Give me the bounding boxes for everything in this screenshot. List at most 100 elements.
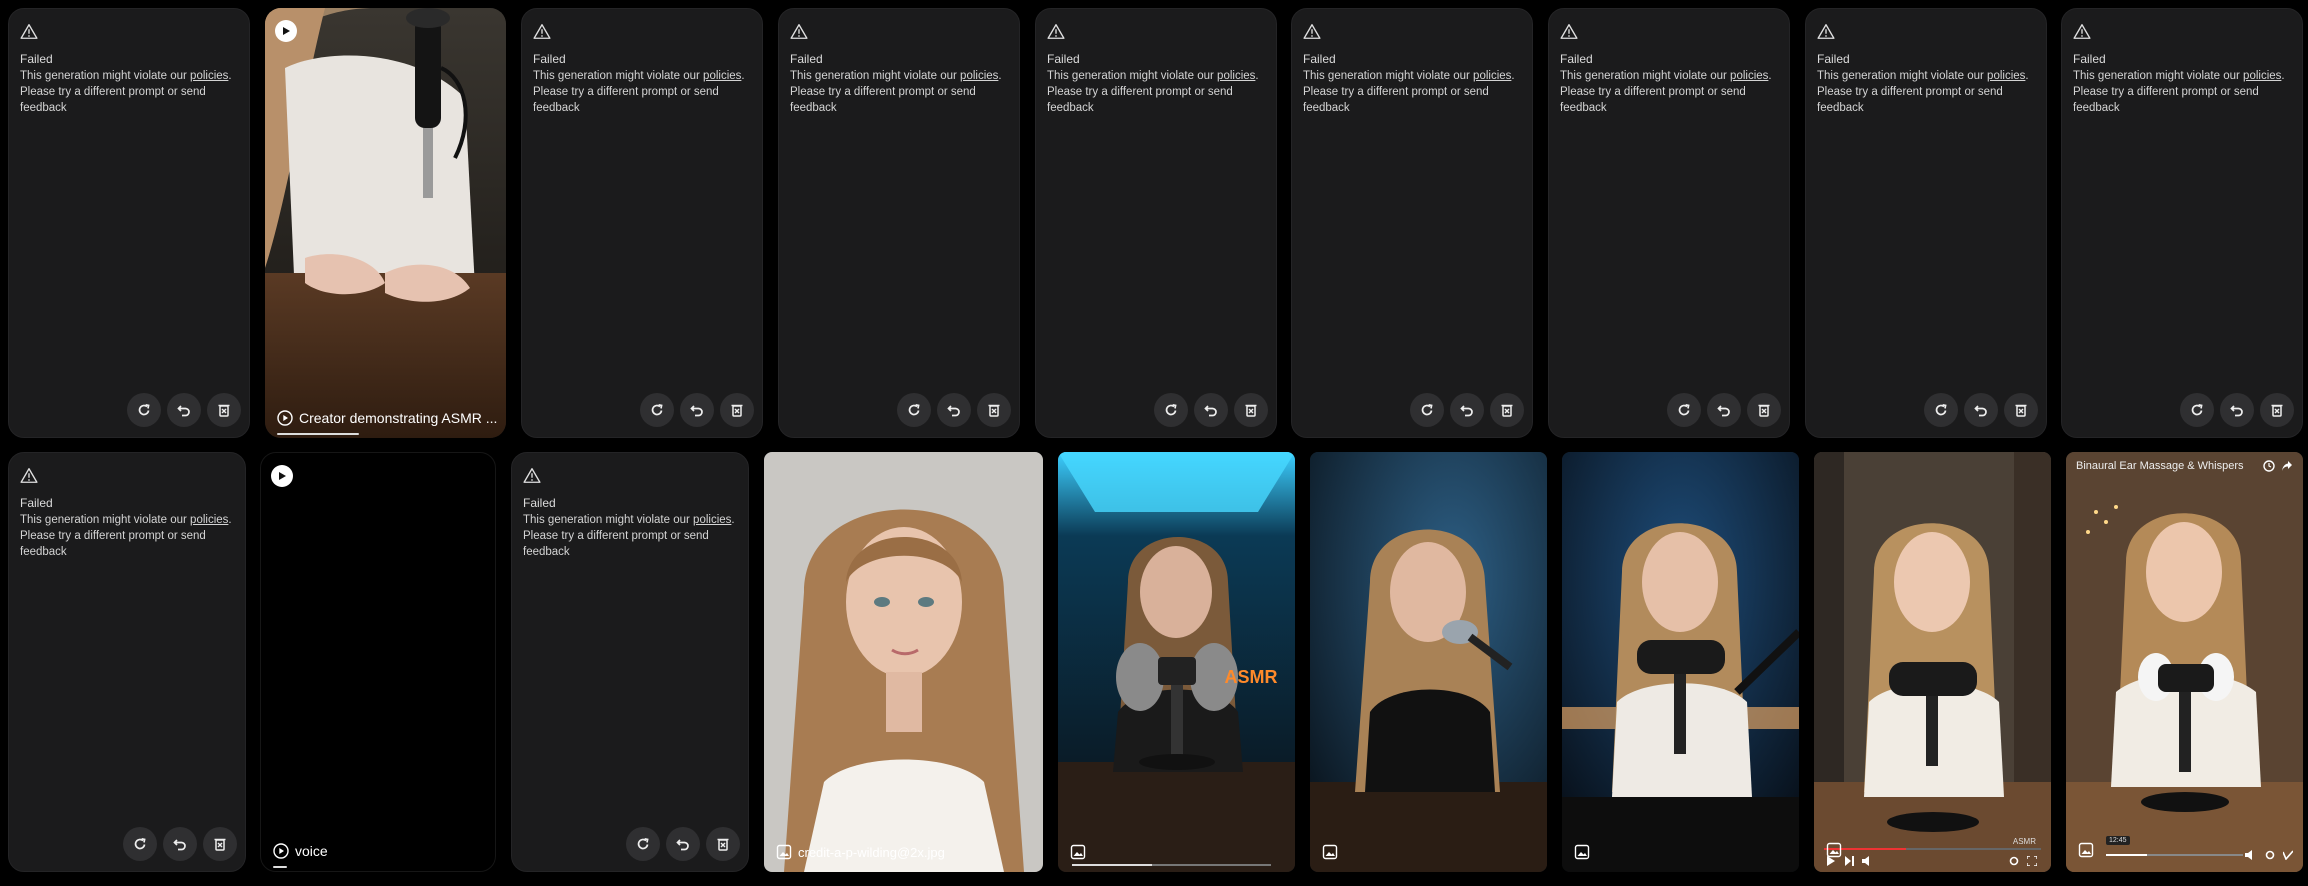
retry-button[interactable] xyxy=(897,393,931,427)
trash-icon xyxy=(1245,404,1257,417)
volume-icon[interactable] xyxy=(2245,850,2257,860)
policies-link[interactable]: policies xyxy=(190,70,228,82)
retry-button[interactable] xyxy=(1154,393,1188,427)
retry-button[interactable] xyxy=(123,827,157,861)
play-icon[interactable] xyxy=(271,465,293,487)
retry-button[interactable] xyxy=(1924,393,1958,427)
next-icon[interactable] xyxy=(1844,856,1854,866)
undo-icon xyxy=(1717,405,1730,417)
failed-title: Failed xyxy=(533,52,566,66)
failed-card: Failed This generation might violate our… xyxy=(2061,8,2303,438)
video-controls xyxy=(1814,846,2051,872)
failed-title: Failed xyxy=(2073,52,2106,66)
undo-icon xyxy=(173,839,186,851)
failed-title: Failed xyxy=(1047,52,1080,66)
policies-link[interactable]: policies xyxy=(1730,70,1768,82)
reuse-prompt-button[interactable] xyxy=(1194,393,1228,427)
share-icon[interactable] xyxy=(2281,460,2293,472)
retry-button[interactable] xyxy=(640,393,674,427)
fullscreen-icon[interactable] xyxy=(2027,856,2037,866)
undo-icon xyxy=(1460,405,1473,417)
retry-button[interactable] xyxy=(626,827,660,861)
policies-link[interactable]: policies xyxy=(693,514,731,526)
refresh-icon xyxy=(138,403,150,416)
delete-button[interactable] xyxy=(706,827,740,861)
policies-link[interactable]: policies xyxy=(1217,70,1255,82)
refresh-icon xyxy=(1935,403,1947,416)
delete-button[interactable] xyxy=(720,393,754,427)
failed-card: Failed This generation might violate our… xyxy=(1548,8,1790,438)
retry-button[interactable] xyxy=(1410,393,1444,427)
volume-icon[interactable] xyxy=(1862,856,1874,866)
warning-icon xyxy=(1047,24,1065,39)
reuse-prompt-button[interactable] xyxy=(680,393,714,427)
reuse-prompt-button[interactable] xyxy=(666,827,700,861)
failed-message: This generation might violate our polici… xyxy=(20,514,232,558)
policies-link[interactable]: policies xyxy=(190,514,228,526)
card-actions xyxy=(2180,393,2294,427)
reuse-prompt-button[interactable] xyxy=(163,827,197,861)
image-icon xyxy=(2078,842,2094,858)
video-scrubber[interactable] xyxy=(2106,854,2243,856)
video-card[interactable]: voice xyxy=(260,452,496,872)
reuse-prompt-button[interactable] xyxy=(1450,393,1484,427)
image-icon xyxy=(1826,842,1842,858)
warning-icon xyxy=(20,24,38,39)
policies-link[interactable]: policies xyxy=(1473,70,1511,82)
card-actions xyxy=(1410,393,1524,427)
clock-icon[interactable] xyxy=(2263,460,2275,472)
failed-message: This generation might violate our polici… xyxy=(1817,70,2029,114)
image-card[interactable] xyxy=(1562,452,1799,872)
delete-button[interactable] xyxy=(203,827,237,861)
reuse-prompt-button[interactable] xyxy=(2220,393,2254,427)
trash-icon xyxy=(717,838,729,851)
delete-button[interactable] xyxy=(1747,393,1781,427)
policies-link[interactable]: policies xyxy=(2243,70,2281,82)
play-icon[interactable] xyxy=(275,20,297,42)
card-actions xyxy=(1667,393,1781,427)
settings-icon[interactable] xyxy=(2265,850,2275,860)
delete-button[interactable] xyxy=(1490,393,1524,427)
reuse-prompt-button[interactable] xyxy=(1964,393,1998,427)
video-progress xyxy=(277,433,359,435)
trash-icon xyxy=(218,404,230,417)
trash-icon xyxy=(1758,404,1770,417)
image-card[interactable]: credit-a-p-wilding@2x.jpg xyxy=(764,452,1043,872)
policies-link[interactable]: policies xyxy=(1987,70,2025,82)
reuse-prompt-button[interactable] xyxy=(167,393,201,427)
delete-button[interactable] xyxy=(2004,393,2038,427)
retry-button[interactable] xyxy=(127,393,161,427)
image-card[interactable] xyxy=(1310,452,1547,872)
vimeo-icon[interactable] xyxy=(2283,850,2293,860)
image-card[interactable]: ASMR xyxy=(1058,452,1295,872)
image-card[interactable]: ASMR xyxy=(1814,452,2051,872)
undo-icon xyxy=(676,839,689,851)
delete-button[interactable] xyxy=(1234,393,1268,427)
warning-icon xyxy=(790,24,808,39)
delete-button[interactable] xyxy=(977,393,1011,427)
policies-link[interactable]: policies xyxy=(960,70,998,82)
delete-button[interactable] xyxy=(2260,393,2294,427)
image-label: credit-a-p-wilding@2x.jpg xyxy=(776,844,945,860)
video-controls: 12:45 xyxy=(2066,836,2303,872)
video-scrubber[interactable] xyxy=(1072,864,1271,866)
failed-title: Failed xyxy=(20,496,53,510)
card-actions xyxy=(1154,393,1268,427)
reuse-prompt-button[interactable] xyxy=(1707,393,1741,427)
video-scrubber[interactable] xyxy=(1824,848,2041,850)
reuse-prompt-button[interactable] xyxy=(937,393,971,427)
image-icon xyxy=(1574,844,1590,860)
failed-card: Failed This generation might violate our… xyxy=(1291,8,1533,438)
video-card[interactable]: Creator demonstrating ASMR ... xyxy=(265,8,506,438)
image-card[interactable]: Binaural Ear Massage & Whispers 12:45 xyxy=(2066,452,2303,872)
retry-button[interactable] xyxy=(2180,393,2214,427)
trash-icon xyxy=(988,404,1000,417)
policies-link[interactable]: policies xyxy=(703,70,741,82)
retry-button[interactable] xyxy=(1667,393,1701,427)
failed-title: Failed xyxy=(1817,52,1850,66)
time-badge: 12:45 xyxy=(2106,836,2130,845)
settings-icon[interactable] xyxy=(2009,856,2019,866)
card-actions xyxy=(626,827,740,861)
failed-card: Failed This generation might violate our… xyxy=(8,452,246,872)
delete-button[interactable] xyxy=(207,393,241,427)
